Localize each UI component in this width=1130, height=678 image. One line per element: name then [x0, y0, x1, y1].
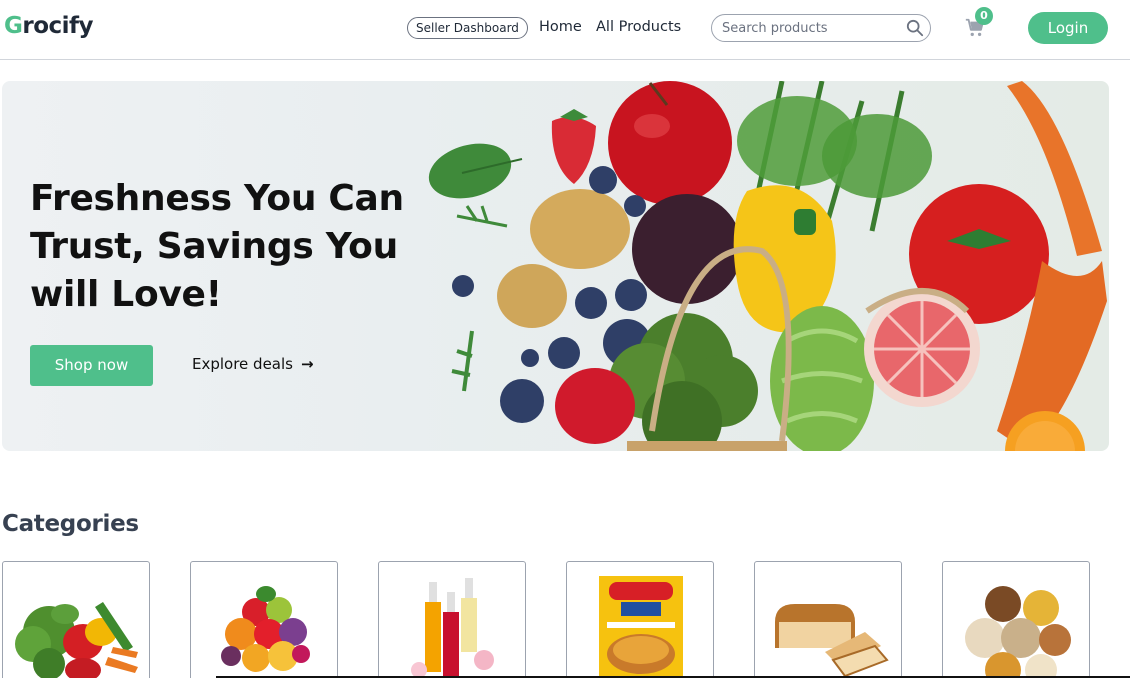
- nav-all-products-link[interactable]: All Products: [596, 19, 681, 35]
- search-bar: [711, 14, 931, 42]
- search-input[interactable]: [722, 19, 902, 37]
- seller-dashboard-button[interactable]: Seller Dashboard: [407, 17, 528, 39]
- category-card-bakery[interactable]: [754, 561, 902, 678]
- categories-heading: Categories: [2, 511, 139, 537]
- drinks-icon: [411, 578, 494, 678]
- grains-icon: [965, 586, 1071, 678]
- brand-logo[interactable]: Grocify: [4, 13, 94, 39]
- hero-banner: Freshness You Can Trust, Savings You wil…: [2, 81, 1109, 451]
- explore-deals-button[interactable]: Explore deals →: [192, 355, 314, 373]
- category-card-fruits[interactable]: [190, 561, 338, 678]
- login-button[interactable]: Login: [1028, 12, 1108, 44]
- category-card-drinks[interactable]: [378, 561, 526, 678]
- category-card-vegetables[interactable]: [2, 561, 150, 678]
- explore-deals-label: Explore deals: [192, 355, 293, 373]
- instant-noodles-icon: [599, 576, 683, 678]
- hero-title: Freshness You Can Trust, Savings You wil…: [30, 178, 404, 315]
- cart-count-badge: 0: [975, 7, 993, 25]
- nav-home-link[interactable]: Home: [539, 19, 582, 35]
- category-card-instant-food[interactable]: [566, 561, 714, 678]
- arrow-right-icon: →: [300, 355, 314, 373]
- fruits-icon: [221, 586, 310, 672]
- shop-now-button[interactable]: Shop now: [30, 345, 153, 386]
- vegetables-icon: [15, 602, 138, 678]
- bread-icon: [775, 604, 889, 678]
- navbar: Grocify Seller Dashboard Home All Produc…: [0, 0, 1130, 60]
- hero-produce-image: [428, 81, 1107, 451]
- category-card-grains[interactable]: [942, 561, 1090, 678]
- search-icon[interactable]: [906, 19, 924, 37]
